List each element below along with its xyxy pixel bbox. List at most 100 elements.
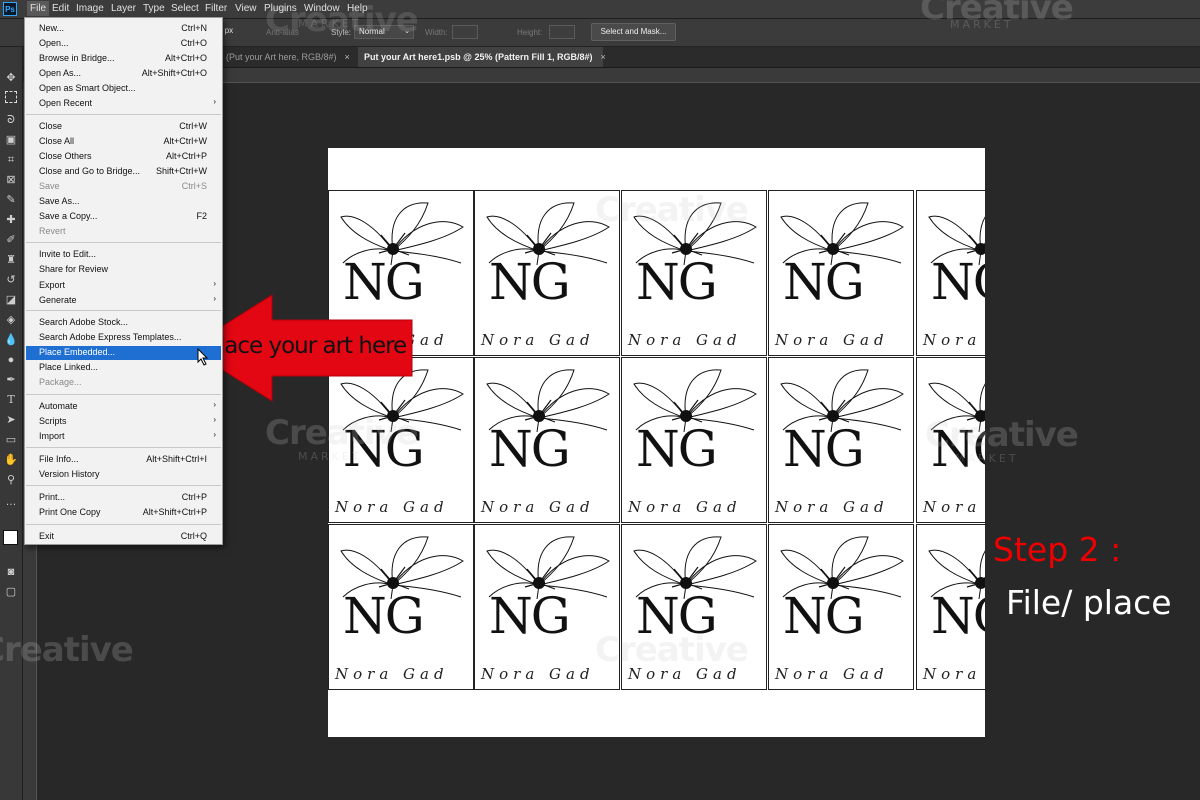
file-menu-item[interactable]: Browse in Bridge... Alt+Ctrl+O — [26, 52, 221, 66]
file-menu-item[interactable]: Scripts › — [26, 415, 221, 429]
select-and-mask-button[interactable]: Select and Mask... — [591, 23, 676, 41]
menu-item-shortcut: Ctrl+N — [181, 23, 207, 33]
menu-edit[interactable]: Edit — [52, 3, 69, 14]
file-menu-item[interactable]: Search Adobe Stock... — [26, 316, 221, 330]
brush-tool-icon[interactable]: ✐ — [4, 233, 18, 247]
menu-separator — [26, 394, 221, 395]
step-description: File/ place — [1006, 583, 1172, 622]
lasso-tool-icon[interactable]: ᘐ — [4, 113, 18, 127]
menu-file[interactable]: File — [27, 1, 50, 16]
file-menu-item[interactable]: Close Ctrl+W — [26, 120, 221, 134]
menu-layer[interactable]: Layer — [111, 3, 136, 14]
file-menu-item[interactable]: Place Linked... — [26, 361, 221, 375]
tab-label: Put your Art here1.psb @ 25% (Pattern Fi… — [364, 52, 593, 62]
file-menu-item[interactable]: Search Adobe Express Templates... — [26, 331, 221, 345]
tab-document-2[interactable]: Put your Art here1.psb @ 25% (Pattern Fi… — [358, 47, 606, 67]
file-menu-item[interactable]: Close and Go to Bridge... Shift+Ctrl+W — [26, 165, 221, 179]
tile-monogram: NG — [489, 587, 571, 645]
menu-item-shortcut: Alt+Ctrl+P — [165, 151, 207, 161]
screen-mode-icon[interactable]: ▢ — [4, 585, 18, 599]
blur-tool-icon[interactable]: 💧 — [4, 333, 18, 347]
rectangle-tool-icon[interactable]: ▭ — [4, 433, 18, 447]
crop-tool-icon[interactable]: ⌗ — [4, 153, 18, 167]
tile-monogram: NG — [636, 420, 718, 478]
file-menu-item[interactable]: Export › — [26, 279, 221, 293]
arrow-label: Place your art here — [206, 333, 407, 359]
file-menu-item[interactable]: Open... Ctrl+O — [26, 37, 221, 51]
tab-document-1[interactable]: (Put your Art here, RGB/8#) × — [220, 47, 358, 67]
menu-item-label: Export — [39, 280, 66, 290]
tile-monogram: NG — [489, 420, 571, 478]
menu-item-label: Search Adobe Express Templates... — [39, 332, 182, 342]
marquee-tool-icon[interactable] — [5, 91, 17, 103]
menu-select[interactable]: Select — [171, 3, 199, 14]
object-select-icon[interactable]: ▣ — [4, 133, 18, 147]
file-menu-item[interactable]: Save As... — [26, 195, 221, 209]
zoom-tool-icon[interactable]: ⚲ — [4, 473, 18, 487]
history-brush-icon[interactable]: ↺ — [4, 273, 18, 287]
paint-bucket-icon[interactable]: ◈ — [4, 313, 18, 327]
eraser-tool-icon[interactable]: ◪ — [4, 293, 18, 307]
menu-item-shortcut: Alt+Ctrl+O — [164, 53, 207, 63]
height-input[interactable] — [549, 25, 575, 39]
watermark-subtext: MARKET — [298, 17, 362, 30]
width-input[interactable] — [452, 25, 478, 39]
menu-view[interactable]: View — [235, 3, 257, 14]
watermark-text: Creative — [265, 413, 419, 453]
move-tool-icon[interactable]: ✥ — [4, 71, 18, 85]
menu-type[interactable]: Type — [143, 3, 165, 14]
menu-item-shortcut: Ctrl+W — [179, 121, 207, 131]
eyedropper-tool-icon[interactable]: ✎ — [4, 193, 18, 207]
file-menu-item[interactable]: Open Recent › — [26, 97, 221, 111]
menu-separator — [26, 242, 221, 243]
menu-separator — [26, 310, 221, 311]
tile-monogram: NG — [783, 253, 865, 311]
tools-panel: ✥ ᘐ ▣ ⌗ ⊠ ✎ ✚ ✐ ♜ ↺ ◪ ◈ 💧 ● ✒ T ➤ ▭ ✋ ⚲ … — [0, 47, 24, 800]
file-menu-item[interactable]: Open as Smart Object... — [26, 82, 221, 96]
file-menu-item[interactable]: Generate › — [26, 294, 221, 308]
more-tools-icon[interactable]: … — [4, 495, 18, 509]
file-menu-item[interactable]: Exit Ctrl+Q — [26, 530, 221, 544]
menu-item-shortcut: Alt+Ctrl+W — [163, 136, 207, 146]
healing-brush-icon[interactable]: ✚ — [4, 213, 18, 227]
close-icon[interactable]: × — [601, 52, 606, 62]
ruler-horizontal — [222, 68, 1200, 83]
step-title: Step 2 : — [993, 530, 1122, 569]
quick-mask-icon[interactable]: ◙ — [4, 565, 18, 579]
pen-tool-icon[interactable]: ✒ — [4, 373, 18, 387]
file-menu-item[interactable]: Open As... Alt+Shift+Ctrl+O — [26, 67, 221, 81]
menu-item-label: Package... — [39, 377, 82, 387]
menu-item-shortcut: Shift+Ctrl+W — [155, 166, 207, 176]
file-menu-item[interactable]: Close Others Alt+Ctrl+P — [26, 150, 221, 164]
tile-brand-name: Nora Gad — [923, 331, 985, 349]
file-menu-item[interactable]: Save a Copy... F2 — [26, 210, 221, 224]
frame-tool-icon[interactable]: ⊠ — [4, 173, 18, 187]
menu-separator — [26, 447, 221, 448]
file-menu-item[interactable]: Invite to Edit... — [26, 248, 221, 262]
menu-item-label: Open As... — [39, 68, 82, 78]
watermark-subtext: MARKET — [298, 450, 362, 463]
path-select-icon[interactable]: ➤ — [4, 413, 18, 427]
file-menu-item[interactable]: Close All Alt+Ctrl+W — [26, 135, 221, 149]
file-menu-item[interactable]: Version History — [26, 468, 221, 482]
file-menu-item[interactable]: Import › — [26, 430, 221, 444]
file-menu-item[interactable]: Automate › — [26, 400, 221, 414]
hand-tool-icon[interactable]: ✋ — [4, 453, 18, 467]
menu-item-label: Revert — [39, 226, 66, 236]
menu-item-label: New... — [39, 23, 65, 33]
file-menu-item[interactable]: Print... Ctrl+P — [26, 491, 221, 505]
type-tool-icon[interactable]: T — [4, 393, 18, 407]
dodge-tool-icon[interactable]: ● — [4, 353, 18, 367]
watermark-text: Creative — [925, 415, 1079, 455]
menu-filter[interactable]: Filter — [205, 3, 227, 14]
tile-monogram: NG — [931, 253, 985, 311]
file-menu-item[interactable]: Share for Review — [26, 263, 221, 277]
file-menu-item[interactable]: Print One Copy Alt+Shift+Ctrl+P — [26, 506, 221, 520]
menu-image[interactable]: Image — [76, 3, 104, 14]
clone-stamp-icon[interactable]: ♜ — [4, 253, 18, 267]
file-menu-item[interactable]: Place Embedded... — [26, 346, 221, 360]
close-icon[interactable]: × — [345, 52, 350, 62]
file-menu-item[interactable]: File Info... Alt+Shift+Ctrl+I — [26, 453, 221, 467]
file-menu-item[interactable]: New... Ctrl+N — [26, 22, 221, 36]
foreground-color-swatch[interactable] — [3, 530, 18, 545]
